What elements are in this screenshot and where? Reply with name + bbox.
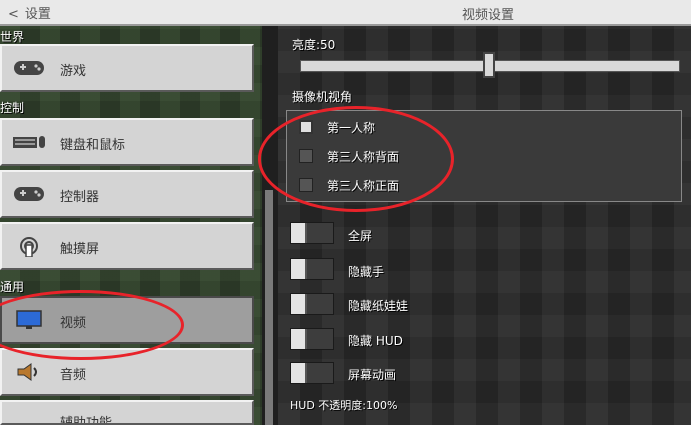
camera-perspective-label: 摄像机视角 bbox=[292, 90, 353, 104]
hide-paperdoll-toggle[interactable] bbox=[290, 293, 334, 315]
sidebar-item-video[interactable]: 视频 bbox=[0, 296, 254, 344]
sidebar-item-label: 音频 bbox=[60, 368, 87, 383]
checkbox-icon bbox=[299, 149, 313, 163]
hide-hand-label: 隐藏手 bbox=[348, 265, 385, 279]
brightness-slider-handle[interactable] bbox=[483, 52, 495, 78]
sidebar-item-audio[interactable]: 音频 bbox=[0, 348, 254, 396]
screen-animations-label: 屏幕动画 bbox=[348, 368, 397, 382]
toggle-knob bbox=[291, 223, 307, 243]
camera-option-label: 第三人称正面 bbox=[327, 179, 400, 193]
camera-option-third-person-front[interactable]: 第三人称正面 bbox=[295, 174, 675, 196]
accessibility-icon bbox=[12, 413, 46, 425]
hide-hud-toggle[interactable] bbox=[290, 328, 334, 350]
section-label-controls: 控制 bbox=[0, 101, 25, 115]
speaker-icon bbox=[17, 363, 37, 381]
toggle-knob bbox=[291, 329, 307, 349]
sidebar-item-game[interactable]: 游戏 bbox=[0, 44, 254, 92]
chevron-left-icon: < bbox=[8, 7, 19, 22]
sidebar-item-label: 触摸屏 bbox=[60, 242, 100, 257]
camera-option-label: 第三人称背面 bbox=[327, 150, 400, 164]
sidebar-item-accessibility[interactable]: 辅助功能 bbox=[0, 400, 254, 425]
monitor-icon bbox=[16, 310, 42, 329]
screen-animations-toggle[interactable] bbox=[290, 362, 334, 384]
keyboard-mouse-icon bbox=[13, 136, 45, 148]
sidebar-item-label: 键盘和鼠标 bbox=[60, 138, 126, 153]
scrollbar[interactable] bbox=[265, 190, 273, 425]
touch-icon bbox=[20, 237, 38, 257]
fullscreen-toggle[interactable] bbox=[290, 222, 334, 244]
settings-panel bbox=[278, 26, 691, 425]
page-title: 视频设置 bbox=[462, 8, 515, 23]
checkbox-icon bbox=[299, 178, 313, 192]
hide-hand-toggle[interactable] bbox=[290, 258, 334, 280]
toggle-knob bbox=[291, 363, 307, 383]
back-label: 设置 bbox=[24, 7, 51, 22]
sidebar-item-label: 视频 bbox=[60, 316, 87, 331]
sidebar-item-label: 控制器 bbox=[60, 190, 100, 205]
top-bar: < 设置 视频设置 bbox=[0, 0, 691, 26]
gamepad-icon bbox=[14, 61, 44, 75]
section-label-world: 世界 bbox=[0, 30, 25, 44]
sidebar-item-label: 游戏 bbox=[60, 64, 87, 79]
hide-hud-label: 隐藏 HUD bbox=[348, 334, 403, 348]
hud-opacity-label: HUD 不透明度:100% bbox=[290, 399, 398, 412]
sidebar-item-touch[interactable]: 触摸屏 bbox=[0, 222, 254, 270]
hide-paperdoll-label: 隐藏纸娃娃 bbox=[348, 299, 409, 313]
sidebar-item-label: 辅助功能 bbox=[60, 416, 113, 425]
section-label-general: 通用 bbox=[0, 280, 25, 294]
camera-option-first-person[interactable]: 第一人称 bbox=[295, 116, 675, 138]
controller-icon bbox=[14, 187, 44, 201]
checkbox-icon bbox=[299, 120, 313, 134]
brightness-label: 亮度:50 bbox=[292, 38, 336, 52]
fullscreen-label: 全屏 bbox=[348, 229, 373, 243]
toggle-knob bbox=[291, 259, 307, 279]
camera-option-third-person-back[interactable]: 第三人称背面 bbox=[295, 145, 675, 167]
camera-perspective-dropdown: 第一人称 第三人称背面 第三人称正面 bbox=[286, 110, 682, 202]
camera-option-label: 第一人称 bbox=[327, 121, 376, 135]
sidebar-item-keyboard-mouse[interactable]: 键盘和鼠标 bbox=[0, 118, 254, 166]
toggle-knob bbox=[291, 294, 307, 314]
sidebar-item-controller[interactable]: 控制器 bbox=[0, 170, 254, 218]
back-button[interactable]: < 设置 bbox=[8, 3, 51, 22]
